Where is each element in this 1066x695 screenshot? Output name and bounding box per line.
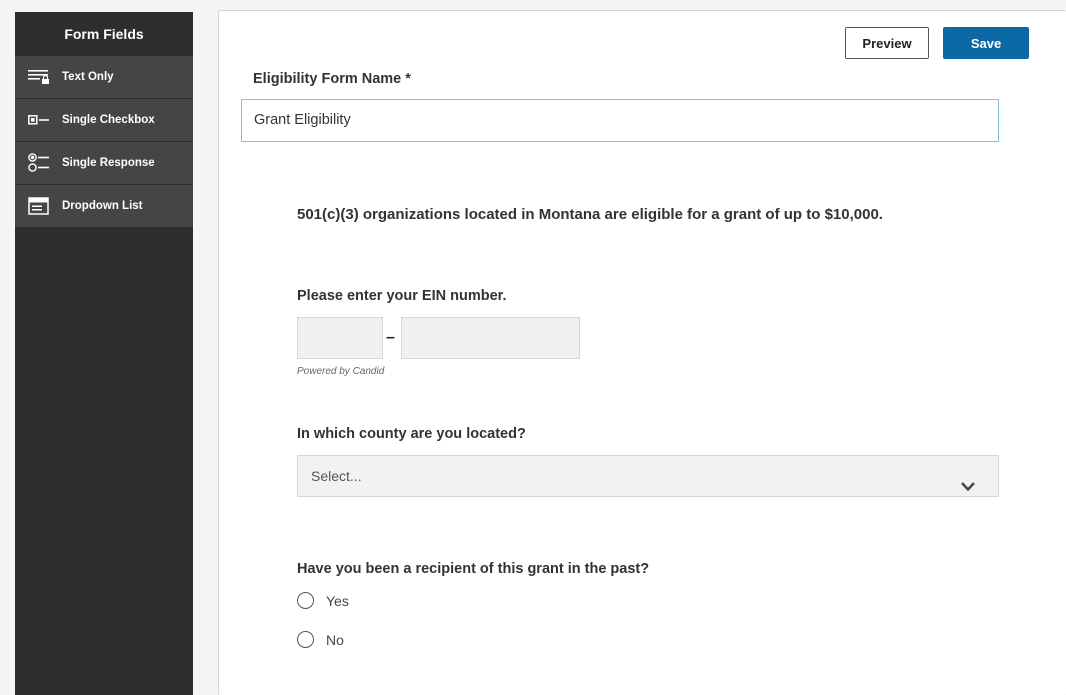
checkbox-icon — [28, 110, 50, 130]
sidebar-item-label: Text Only — [62, 71, 114, 83]
text-only-field[interactable]: 501(c)(3) organizations located in Monta… — [297, 206, 883, 223]
sidebar-item-single-response[interactable]: Single Response — [15, 142, 193, 185]
save-button[interactable]: Save — [943, 27, 1029, 59]
ein-suffix-input[interactable] — [401, 317, 580, 359]
text-only-icon — [28, 67, 50, 87]
recipient-question-label: Have you been a recipient of this grant … — [297, 561, 650, 577]
sidebar-item-text-only[interactable]: Text Only — [15, 56, 193, 99]
county-select[interactable]: Select... — [297, 455, 999, 497]
form-fields-sidebar: Form Fields Text Only Single Checkbox Si… — [15, 12, 193, 695]
ein-question-label: Please enter your EIN number. — [297, 288, 507, 304]
radio-option-label: Yes — [326, 592, 349, 609]
sidebar-item-label: Dropdown List — [62, 200, 143, 212]
radio-button[interactable] — [297, 592, 314, 609]
form-name-label: Eligibility Form Name * — [253, 71, 411, 87]
ein-dash: – — [386, 329, 395, 346]
radio-option-label: No — [326, 631, 344, 648]
radio-option-no[interactable]: No — [297, 631, 344, 648]
radio-list-icon — [28, 153, 50, 173]
sidebar-item-dropdown-list[interactable]: Dropdown List — [15, 185, 193, 228]
ein-prefix-input[interactable] — [297, 317, 383, 359]
preview-button[interactable]: Preview — [845, 27, 929, 59]
sidebar-item-label: Single Response — [62, 157, 155, 169]
radio-button[interactable] — [297, 631, 314, 648]
county-select-value: Select... — [311, 468, 362, 484]
form-editor-panel: Preview Save Eligibility Form Name * Gra… — [218, 10, 1066, 695]
dropdown-list-icon — [28, 196, 50, 216]
form-name-input[interactable]: Grant Eligibility — [241, 99, 999, 142]
chevron-down-icon — [960, 468, 976, 508]
powered-by-text: Powered by Candid — [297, 366, 385, 377]
sidebar-item-label: Single Checkbox — [62, 114, 155, 126]
sidebar-item-single-checkbox[interactable]: Single Checkbox — [15, 99, 193, 142]
county-question-label: In which county are you located? — [297, 426, 526, 442]
sidebar-title: Form Fields — [64, 26, 144, 42]
radio-option-yes[interactable]: Yes — [297, 592, 349, 609]
